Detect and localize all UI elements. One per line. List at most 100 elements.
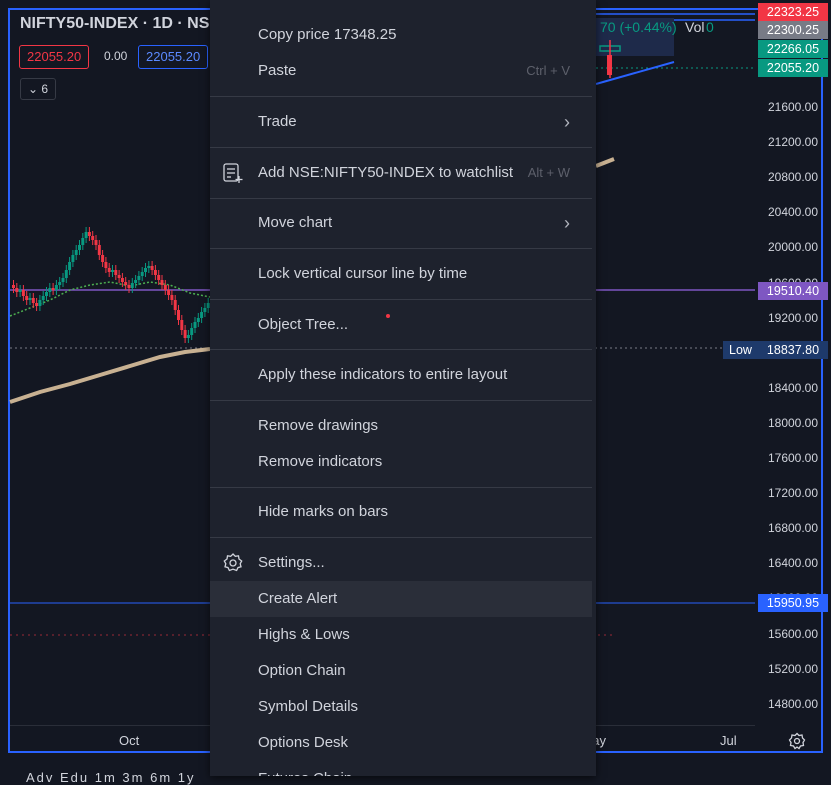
candle-body [134, 280, 138, 283]
menu-item-create-alert[interactable]: Create Alert [210, 581, 592, 617]
menu-item-settings[interactable]: Settings... [210, 545, 592, 581]
symbol-title[interactable]: NIFTY50-INDEX · 1D · NSE [20, 15, 220, 33]
candle-body [167, 290, 171, 295]
menu-item-symbol-details[interactable]: Symbol Details [210, 689, 592, 725]
menu-item-label: Add NSE:NIFTY50-INDEX to watchlist [258, 164, 514, 181]
menu-item-object-tree[interactable]: Object Tree... [210, 307, 592, 343]
menu-separator [210, 147, 592, 148]
watchlist-add-icon [223, 163, 243, 183]
chart-settings-gear-icon[interactable] [788, 732, 806, 750]
candle-body [61, 278, 65, 282]
menu-item-label: Lock vertical cursor line by time [258, 265, 468, 282]
candle-body [173, 300, 177, 310]
price-tick-label: 18000.00 [767, 415, 819, 430]
menu-item-remove-drawings[interactable]: Remove drawings [210, 408, 592, 444]
menu-item-label: Option Chain [258, 662, 346, 679]
menu-separator [210, 96, 592, 97]
menu-item-lock-cursor[interactable]: Lock vertical cursor line by time [210, 256, 592, 292]
candle-body [137, 276, 141, 280]
candle-body [25, 296, 29, 300]
candle-body [91, 236, 95, 240]
candle-body [35, 303, 39, 306]
candle-body [153, 270, 157, 275]
change-text: 70 (+0.44%) [600, 19, 677, 35]
candle-body [120, 278, 124, 282]
candle-body [78, 245, 81, 250]
time-label-jul: Jul [720, 733, 737, 748]
price-tick-label: 20000.00 [767, 240, 819, 255]
menu-item-copy-price[interactable]: Copy price 17348.25 [210, 17, 592, 53]
menu-item-hide-marks[interactable]: Hide marks on bars [210, 494, 592, 530]
candle-body [31, 298, 35, 303]
menu-item-label: Copy price 17348.25 [258, 26, 397, 43]
menu-item-remove-indicators[interactable]: Remove indicators [210, 444, 592, 480]
settings-gear-icon [223, 553, 243, 572]
menu-separator [210, 198, 592, 199]
price-tag-top: 22323.25 [758, 3, 828, 21]
price-tick-label: 16400.00 [767, 556, 819, 571]
menu-separator [210, 299, 592, 300]
candle-body [71, 255, 75, 262]
volume-label: Vol [685, 19, 705, 35]
price-tick-label: 14800.00 [767, 696, 819, 711]
spread-value: 0.00 [104, 49, 128, 63]
price-tick-label: 15200.00 [767, 661, 819, 676]
price-tick-label: 20800.00 [767, 170, 819, 185]
menu-separator [210, 248, 592, 249]
menu-item-label: Settings... [258, 554, 325, 571]
price-tick-label: 17200.00 [767, 486, 819, 501]
candle-body [180, 320, 184, 330]
candle-body [51, 288, 55, 290]
menu-separator [210, 487, 592, 488]
menu-item-option-chain[interactable]: Option Chain [210, 653, 592, 689]
candle-body [68, 262, 72, 270]
menu-item-trade[interactable]: Trade › [210, 104, 592, 140]
chevron-right-icon: › [564, 213, 570, 233]
price-tag-blue: 15950.95 [758, 594, 828, 612]
menu-item-move-chart[interactable]: Move chart › [210, 205, 592, 241]
price-tick-label: 21600.00 [767, 100, 819, 114]
candle-body [41, 296, 45, 300]
buy-price-box[interactable]: 22055.20 [138, 45, 209, 69]
candle-body [45, 292, 48, 296]
menu-item-label: Options Desk [258, 734, 349, 751]
candle-body [157, 275, 161, 280]
candle-body [104, 262, 108, 268]
price-scale[interactable]: 21600.00 21200.00 20800.00 20400.00 20000.00… [755, 0, 831, 725]
menu-item-highs-lows[interactable]: Highs & Lows [210, 617, 592, 653]
candle-body [114, 270, 118, 275]
menu-item-label: Symbol Details [258, 698, 359, 715]
bottom-toolbar-text[interactable]: Adv Edu 1m 3m 6m 1y [26, 770, 196, 785]
candle-body [127, 285, 131, 288]
price-tick-label: 19200.00 [767, 310, 819, 325]
menu-item-label: Create Alert [258, 590, 338, 607]
price-tick-label: 16800.00 [767, 521, 819, 536]
indicators-collapse-button[interactable]: ⌄ 6 [20, 78, 56, 100]
sell-price-box[interactable]: 22055.20 [19, 45, 90, 69]
candle-body [200, 312, 204, 318]
candle-body [15, 288, 19, 292]
candle-body [94, 240, 98, 245]
candle-body [101, 255, 105, 262]
candle-body [12, 285, 15, 288]
candle-body [183, 330, 187, 338]
candle-body [21, 290, 25, 296]
menu-item-label: Highs & Lows [258, 626, 350, 643]
candle-body [130, 283, 134, 288]
context-menu: Copy price 17348.25 Paste Ctrl + V Trade… [210, 0, 596, 776]
menu-item-add-to-watchlist[interactable]: Add NSE:NIFTY50-INDEX to watchlist Alt +… [210, 155, 592, 191]
menu-item-label: Trade [258, 113, 297, 130]
menu-item-label: Object Tree... [258, 316, 349, 333]
candle-body [186, 335, 190, 338]
candle-body [124, 282, 128, 285]
price-tick-label: 21200.00 [767, 135, 819, 150]
menu-item-options-desk[interactable]: Options Desk [210, 725, 592, 761]
menu-item-paste[interactable]: Paste Ctrl + V [210, 53, 592, 89]
candle-body [117, 275, 121, 278]
menu-item-apply-indicators[interactable]: Apply these indicators to entire layout [210, 357, 592, 393]
menu-item-label: Apply these indicators to entire layout [258, 366, 508, 383]
candle-body [193, 322, 197, 328]
price-tag-current: 22055.20 [758, 59, 828, 77]
price-tag-gray: 22300.25 [758, 21, 828, 39]
menu-item-futures-chain[interactable]: Futures Chain [210, 761, 592, 776]
